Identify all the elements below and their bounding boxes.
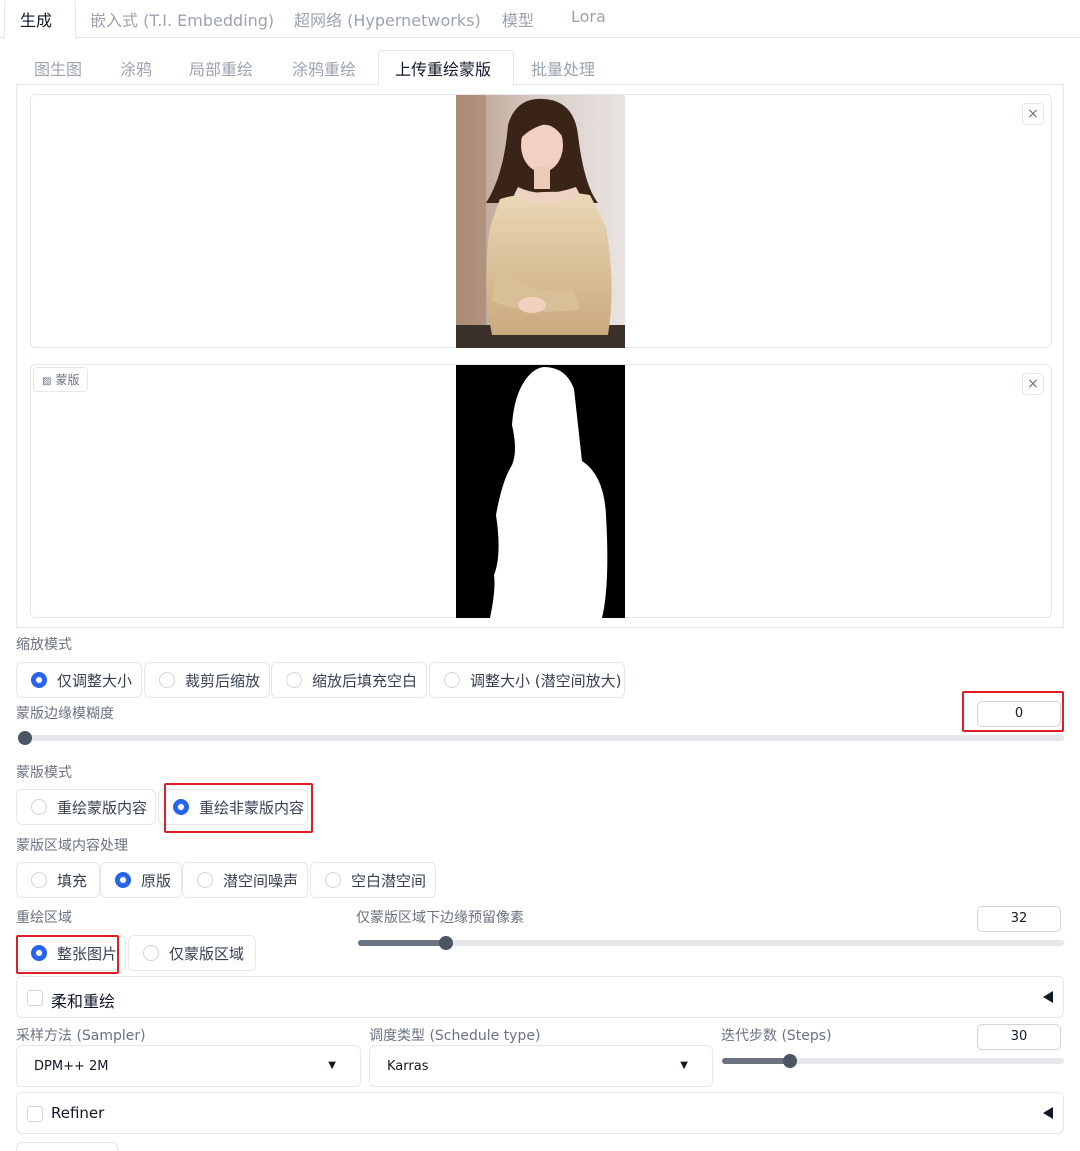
slider-thumb[interactable] (439, 936, 453, 950)
option-label: 缩放后填充空白 (312, 671, 418, 690)
radio-dot (159, 672, 175, 688)
clear-image-button[interactable]: × (1022, 103, 1044, 125)
collapse-arrow-icon[interactable] (1043, 1107, 1053, 1119)
option-label: 空白潜空间 (351, 871, 427, 890)
radio-only-masked[interactable]: 仅蒙版区域 (128, 935, 256, 971)
refiner-checkbox[interactable] (27, 1106, 43, 1122)
steps-input[interactable]: 30 (977, 1024, 1061, 1050)
radio-inpaint-masked[interactable]: 重绘蒙版内容 (16, 789, 156, 825)
collapse-arrow-icon[interactable] (1043, 991, 1053, 1003)
image-icon: ▨ (42, 376, 52, 387)
inpaint-area-label: 重绘区域 (16, 910, 72, 926)
radio-fill[interactable]: 填充 (16, 862, 100, 898)
tab-inpaint-upload[interactable]: 上传重绘蒙版 (395, 56, 491, 80)
radio-latent-upscale[interactable]: 调整大小 (潜空间放大) (429, 662, 625, 698)
tab-sketch[interactable]: 涂鸦 (120, 56, 152, 80)
option-label: 重绘非蒙版内容 (199, 798, 305, 817)
option-label: 重绘蒙版内容 (57, 798, 148, 817)
radio-just-resize[interactable]: 仅调整大小 (16, 662, 142, 698)
padding-slider[interactable] (358, 936, 1064, 950)
mask-image-box[interactable]: ▨ 蒙版 × (30, 364, 1052, 618)
tab-hypernetworks[interactable]: 超网络 (Hypernetworks) (294, 7, 481, 31)
chevron-down-icon: ▼ (680, 1060, 688, 1071)
slider-fill (722, 1058, 790, 1064)
tab-generate[interactable]: 生成 (20, 7, 52, 31)
radio-dot (444, 672, 460, 688)
steps-slider[interactable] (722, 1054, 1064, 1068)
radio-latent-noise[interactable]: 潜空间噪声 (182, 862, 308, 898)
mask-image (456, 365, 625, 618)
radio-dot (31, 799, 47, 815)
sampler-select[interactable]: DPM++ 2M ▼ (16, 1045, 361, 1087)
soft-inpaint-accordion[interactable]: 柔和重绘 (16, 976, 1064, 1018)
option-label: 仅蒙版区域 (169, 944, 245, 963)
soft-inpaint-label: 柔和重绘 (51, 992, 116, 1011)
tab-embedding[interactable]: 嵌入式 (T.I. Embedding) (90, 7, 274, 31)
radio-whole-picture[interactable]: 整张图片 (16, 935, 126, 971)
radio-dot (115, 872, 131, 888)
mask-blur-label: 蒙版边缘模糊度 (16, 706, 114, 722)
radio-dot (286, 672, 302, 688)
padding-label: 仅蒙版区域下边缘预留像素 (356, 910, 524, 926)
mask-mode-label: 蒙版模式 (16, 765, 72, 781)
radio-dot (143, 945, 159, 961)
sampler-value: DPM++ 2M (34, 1059, 109, 1074)
slider-thumb[interactable] (18, 731, 32, 745)
radio-dot (31, 872, 47, 888)
mask-label-chip: ▨ 蒙版 (33, 367, 89, 392)
slider-fill (358, 940, 446, 946)
schedule-value: Karras (387, 1059, 429, 1074)
soft-inpaint-checkbox[interactable] (27, 990, 43, 1006)
next-section-edge (16, 1142, 118, 1151)
tab-lora[interactable]: Lora (571, 7, 606, 26)
masked-content-label: 蒙版区域内容处理 (16, 838, 128, 854)
slider-thumb[interactable] (783, 1054, 797, 1068)
radio-latent-nothing[interactable]: 空白潜空间 (310, 862, 436, 898)
steps-label: 迭代步数 (Steps) (721, 1028, 832, 1044)
refiner-accordion[interactable]: Refiner (16, 1092, 1064, 1134)
radio-resize-fill[interactable]: 缩放后填充空白 (271, 662, 427, 698)
portrait-image (456, 95, 625, 348)
padding-input[interactable]: 32 (977, 906, 1061, 932)
sampler-label: 采样方法 (Sampler) (16, 1028, 146, 1044)
tab-models[interactable]: 模型 (502, 7, 534, 31)
radio-dot (325, 872, 341, 888)
refiner-label: Refiner (51, 1104, 105, 1122)
radio-inpaint-not-masked[interactable]: 重绘非蒙版内容 (158, 789, 308, 825)
tab-inpaint[interactable]: 局部重绘 (189, 56, 253, 80)
option-label: 潜空间噪声 (223, 871, 299, 890)
option-label: 填充 (57, 871, 88, 890)
top-tab-bar: 生成 嵌入式 (T.I. Embedding) 超网络 (Hypernetwor… (0, 0, 1080, 39)
option-label: 裁剪后缩放 (185, 671, 261, 690)
source-image-box[interactable]: × (30, 94, 1052, 348)
mask-blur-input[interactable]: 0 (977, 701, 1061, 727)
radio-crop-resize[interactable]: 裁剪后缩放 (144, 662, 270, 698)
tab-batch[interactable]: 批量处理 (531, 56, 595, 80)
radio-dot (197, 872, 213, 888)
mask-blur-slider[interactable] (18, 731, 1064, 745)
option-label: 仅调整大小 (57, 671, 133, 690)
radio-dot (173, 799, 189, 815)
resize-mode-label: 缩放模式 (16, 637, 72, 653)
schedule-label: 调度类型 (Schedule type) (369, 1028, 541, 1044)
clear-mask-button[interactable]: × (1022, 373, 1044, 395)
tab-inpaint-sketch[interactable]: 涂鸦重绘 (292, 56, 356, 80)
chevron-down-icon: ▼ (328, 1060, 336, 1071)
radio-dot (31, 945, 47, 961)
radio-original[interactable]: 原版 (100, 862, 182, 898)
tab-img2img[interactable]: 图生图 (34, 56, 82, 80)
radio-dot (31, 672, 47, 688)
schedule-select[interactable]: Karras ▼ (369, 1045, 713, 1087)
option-label: 整张图片 (57, 944, 118, 963)
option-label: 调整大小 (潜空间放大) (470, 671, 622, 690)
option-label: 原版 (141, 871, 172, 890)
